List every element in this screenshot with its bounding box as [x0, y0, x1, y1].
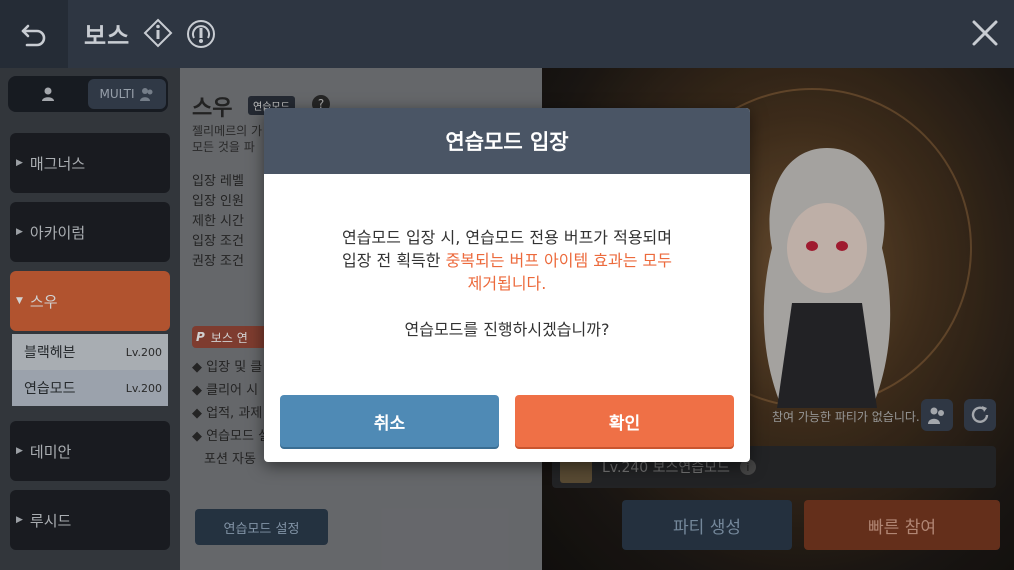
warning-text: 중복되는 버프 아이템 효과는 모두 [445, 251, 672, 270]
top-bar: 보스 [0, 0, 1014, 68]
back-button[interactable] [0, 0, 68, 68]
practice-mode-dialog: 연습모드 입장 연습모드 입장 시, 연습모드 전용 버프가 적용되며 입장 전… [264, 108, 750, 462]
info-diamond-icon[interactable] [143, 18, 173, 48]
confirm-button[interactable]: 확인 [515, 395, 734, 447]
message-line: 연습모드 입장 시, 연습모드 전용 버프가 적용되며 [341, 228, 672, 247]
message-line: 입장 전 획득한 중복되는 버프 아이템 효과는 모두 [341, 251, 672, 270]
dialog-question: 연습모드를 진행하시겠습니까? [404, 320, 610, 339]
close-button[interactable] [966, 14, 1004, 52]
close-icon [972, 20, 998, 46]
cancel-button[interactable]: 취소 [280, 395, 499, 447]
warning-text: 제거됩니다. [467, 274, 547, 293]
page-title: 보스 [84, 22, 131, 50]
gauge-icon[interactable] [185, 18, 217, 50]
back-icon [21, 24, 46, 47]
dialog-message: 연습모드 입장 시, 연습모드 전용 버프가 적용되며 입장 전 획득한 중복되… [264, 226, 750, 295]
dialog-title: 연습모드 입장 [264, 108, 750, 174]
